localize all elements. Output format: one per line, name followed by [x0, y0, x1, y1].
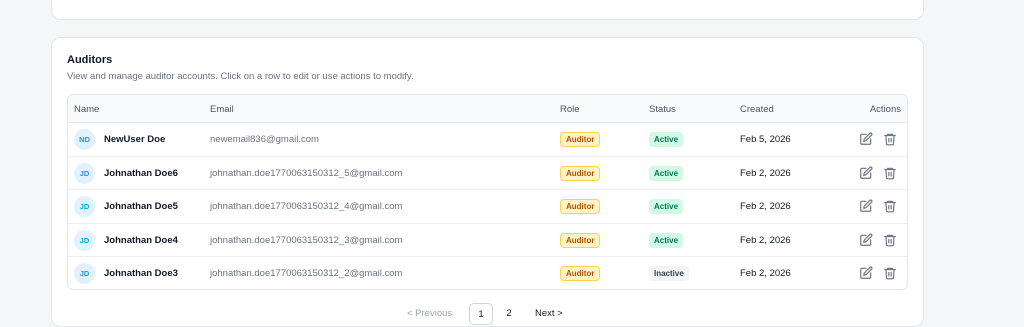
user-email: johnathan.doe1770063150312_4@gmail.com	[210, 201, 403, 212]
user-name: Johnathan Doe4	[104, 234, 178, 246]
next-page-button[interactable]: Next >	[535, 308, 563, 319]
user-name: Johnathan Doe6	[104, 167, 178, 179]
edit-icon[interactable]	[859, 266, 873, 280]
role-badge: Auditor	[560, 266, 601, 281]
table-row[interactable]: ND NewUser Doe newemail836@gmail.com Audito…	[68, 123, 907, 157]
table-row[interactable]: JD Johnathan Doe6 johnathan.doe17700631503…	[68, 157, 907, 190]
table-row[interactable]: JD Johnathan Doe4 johnathan.doe17700631503…	[68, 224, 907, 257]
auditors-table: Name Email Role Status Created Actions N…	[67, 94, 908, 290]
user-name: Johnathan Doe3	[104, 268, 178, 279]
created-date: Feb 2, 2026	[740, 201, 791, 212]
avatar: JD	[74, 162, 95, 184]
trash-icon[interactable]	[883, 199, 897, 213]
edit-icon[interactable]	[859, 132, 873, 146]
column-header-email[interactable]: Email	[210, 104, 234, 115]
table-header: Name Email Role Status Created Actions	[68, 95, 907, 123]
column-header-name[interactable]: Name	[74, 104, 99, 115]
trash-icon[interactable]	[883, 132, 897, 146]
status-badge: Active	[649, 132, 684, 147]
status-badge: Active	[649, 165, 684, 181]
user-email: johnathan.doe1770063150312_5@gmail.com	[210, 167, 403, 179]
section-title: Auditors	[67, 54, 113, 66]
table-row[interactable]: JD Johnathan Doe5 johnathan.doe17700631503…	[68, 190, 907, 224]
edit-icon[interactable]	[859, 199, 873, 213]
avatar: JD	[74, 196, 95, 217]
created-date: Feb 2, 2026	[740, 234, 791, 246]
trash-icon[interactable]	[883, 233, 897, 247]
column-header-status[interactable]: Status	[649, 104, 676, 115]
pagination: < Previous 1 2 Next >	[52, 303, 923, 325]
role-badge: Auditor	[560, 232, 601, 248]
auditors-card: Auditors View and manage auditor account…	[51, 37, 924, 327]
page-1-button[interactable]: 1	[469, 303, 493, 325]
created-date: Feb 2, 2026	[740, 167, 791, 179]
trash-icon[interactable]	[883, 166, 897, 180]
section-description: View and manage auditor accounts. Click …	[67, 71, 414, 82]
role-badge: Auditor	[560, 132, 601, 147]
role-badge: Auditor	[560, 165, 601, 181]
avatar: ND	[74, 129, 95, 150]
status-badge: Active	[649, 232, 684, 248]
user-email: johnathan.doe1770063150312_2@gmail.com	[210, 268, 403, 279]
user-name: NewUser Doe	[104, 134, 166, 145]
column-header-role[interactable]: Role	[560, 104, 580, 115]
avatar: JD	[74, 263, 95, 284]
created-date: Feb 2, 2026	[740, 268, 791, 279]
previous-page-button[interactable]: < Previous	[407, 308, 452, 319]
column-header-actions: Actions	[869, 104, 901, 115]
edit-icon[interactable]	[859, 233, 873, 247]
trash-icon[interactable]	[883, 266, 897, 280]
page-2-button[interactable]: 2	[497, 303, 521, 325]
table-row[interactable]: JD Johnathan Doe3 johnathan.doe17700631503…	[68, 257, 907, 289]
user-email: newemail836@gmail.com	[210, 134, 319, 145]
previous-section-card	[51, 0, 924, 20]
user-email: johnathan.doe1770063150312_3@gmail.com	[210, 234, 403, 246]
user-name: Johnathan Doe5	[104, 201, 178, 212]
edit-icon[interactable]	[859, 166, 873, 180]
avatar: JD	[74, 229, 95, 251]
status-badge: Active	[649, 199, 684, 214]
column-header-created[interactable]: Created	[740, 104, 774, 115]
created-date: Feb 5, 2026	[740, 134, 791, 145]
role-badge: Auditor	[560, 199, 601, 214]
status-badge: Inactive	[649, 266, 689, 281]
